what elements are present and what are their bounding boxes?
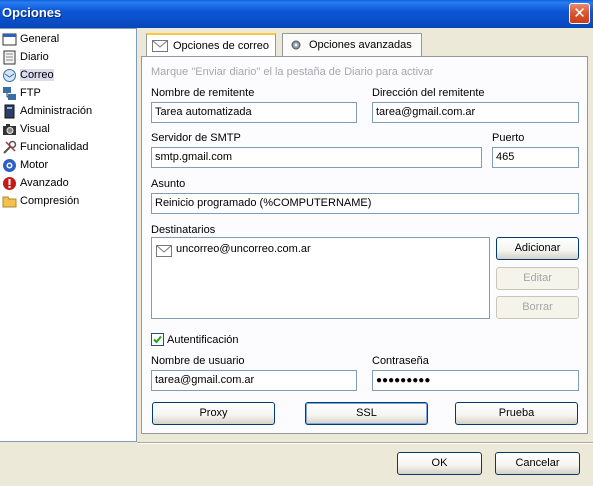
- sidebar-item-label: Visual: [20, 123, 50, 135]
- sender-address-label: Dirección del remitente: [372, 87, 485, 99]
- mail-icon: [3, 69, 16, 82]
- admin-icon: [4, 104, 15, 119]
- list-item[interactable]: uncorreo@uncorreo.com.ar: [156, 243, 311, 257]
- tools-icon: [3, 140, 17, 154]
- category-list[interactable]: General Diario Correo FTP Administración…: [0, 28, 137, 442]
- sidebar-item-general[interactable]: General: [0, 31, 135, 48]
- engine-icon: [3, 159, 16, 172]
- sidebar-item-label: Correo: [20, 69, 54, 81]
- sidebar-item-diario[interactable]: Diario: [0, 49, 135, 66]
- recipients-label: Destinatarios: [151, 224, 216, 236]
- password-field[interactable]: ●●●●●●●●●: [372, 370, 579, 391]
- sidebar-item-motor[interactable]: Motor: [0, 157, 135, 174]
- sidebar-item-label: General: [20, 33, 60, 45]
- add-button[interactable]: Adicionar: [496, 237, 579, 260]
- sidebar-item-label: Funcionalidad: [20, 141, 89, 153]
- sidebar-item-label: FTP: [20, 87, 41, 99]
- test-button[interactable]: Prueba: [455, 402, 578, 425]
- close-icon: ✕: [573, 5, 586, 22]
- subject-field[interactable]: Reinicio programado (%COMPUTERNAME): [151, 193, 579, 214]
- port-label: Puerto: [492, 132, 525, 144]
- sidebar-item-visual[interactable]: Visual: [0, 121, 135, 138]
- sidebar-item-ftp[interactable]: FTP: [0, 85, 135, 102]
- recipients-list[interactable]: uncorreo@uncorreo.com.ar: [151, 237, 490, 319]
- tab-label: Opciones de correo: [173, 40, 269, 52]
- sender-address-field[interactable]: tarea@gmail.com.ar: [372, 102, 579, 123]
- tab-opciones-avanzadas[interactable]: Opciones avanzadas: [282, 33, 422, 57]
- smtp-field[interactable]: smtp.gmail.com: [151, 147, 482, 168]
- gear-icon: [291, 40, 301, 50]
- delete-button[interactable]: Borrar: [496, 296, 579, 319]
- port-field[interactable]: 465: [492, 147, 579, 168]
- close-button[interactable]: ✕: [569, 3, 590, 24]
- sidebar-item-compresion[interactable]: Compresión: [0, 193, 135, 210]
- envelope-icon: [156, 245, 172, 257]
- username-label: Nombre de usuario: [151, 355, 245, 367]
- sidebar-item-label: Diario: [20, 51, 49, 63]
- cancel-button[interactable]: Cancelar: [495, 452, 580, 475]
- username-field[interactable]: tarea@gmail.com.ar: [151, 370, 357, 391]
- ssl-button[interactable]: SSL: [305, 402, 428, 425]
- sidebar-item-correo[interactable]: Correo: [0, 67, 135, 84]
- sidebar-item-avanzado[interactable]: Avanzado: [0, 175, 135, 192]
- recipient-address: uncorreo@uncorreo.com.ar: [176, 243, 311, 255]
- smtp-label: Servidor de SMTP: [151, 132, 241, 144]
- proxy-button[interactable]: Proxy: [152, 402, 275, 425]
- warning-icon: [3, 177, 16, 190]
- window-icon: [2, 33, 17, 46]
- options-dialog: Opciones ✕ General Diario Correo FTP Adm…: [0, 0, 593, 486]
- sender-name-field[interactable]: Tarea automatizada: [151, 102, 357, 123]
- sidebar-item-label: Motor: [20, 159, 49, 171]
- checkmark-icon: [153, 335, 162, 344]
- sidebar-item-label: Compresión: [20, 195, 80, 207]
- sidebar-item-label: Administración: [20, 105, 93, 117]
- sidebar-item-funcionalidad[interactable]: Funcionalidad: [0, 139, 135, 156]
- sidebar-item-administracion[interactable]: Administración: [0, 103, 135, 120]
- footer-separator: [137, 442, 593, 444]
- ok-button[interactable]: OK: [397, 452, 482, 475]
- tab-label: Opciones avanzadas: [309, 39, 412, 51]
- window-title: Opciones: [2, 5, 62, 20]
- envelope-icon: [152, 40, 168, 52]
- edit-button[interactable]: Editar: [496, 267, 579, 290]
- auth-label[interactable]: Autentificación: [167, 334, 239, 346]
- hint-text: Marque "Enviar diario" el la pestaña de …: [151, 66, 434, 78]
- sidebar-item-label: Avanzado: [20, 177, 69, 189]
- sender-name-label: Nombre de remitente: [151, 87, 255, 99]
- subject-label: Asunto: [151, 178, 186, 190]
- folder-icon: [2, 196, 17, 208]
- auth-checkbox[interactable]: [151, 333, 164, 346]
- notebook-icon: [3, 50, 16, 65]
- password-label: Contraseña: [372, 355, 429, 367]
- network-icon: [3, 87, 16, 100]
- tab-opciones-de-correo[interactable]: Opciones de correo: [146, 33, 276, 58]
- camera-icon: [3, 124, 16, 135]
- title-bar[interactable]: Opciones ✕: [0, 0, 593, 28]
